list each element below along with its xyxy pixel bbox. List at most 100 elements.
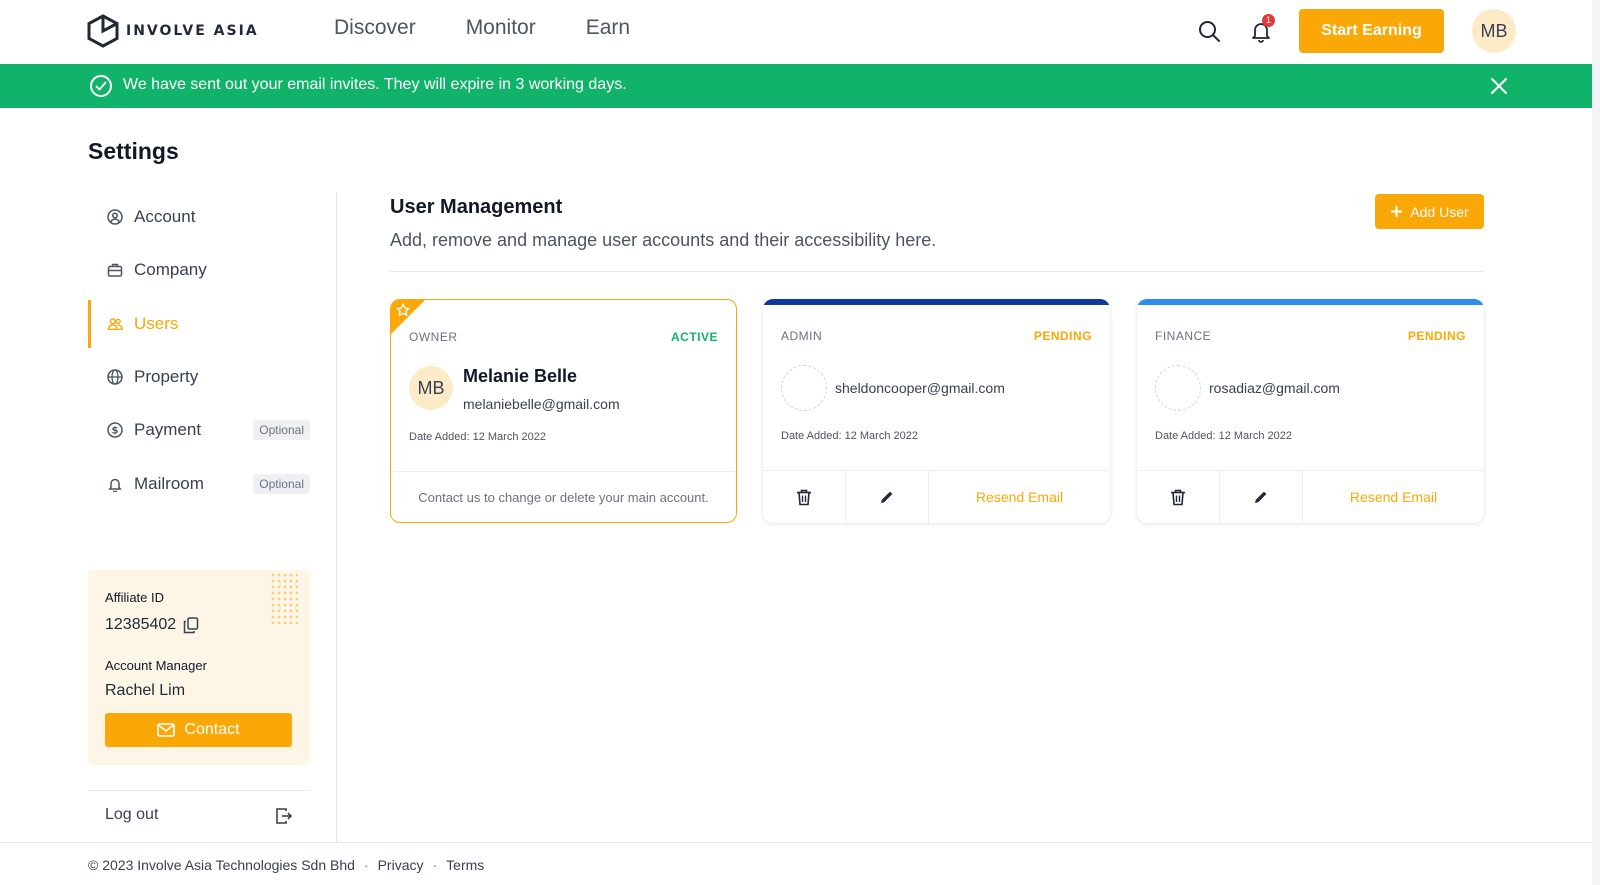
affiliate-id-value: 12385402 [105, 616, 177, 633]
header-actions: 1 Start Earning MB [1195, 9, 1516, 53]
avatar[interactable]: MB [1472, 9, 1516, 53]
logo[interactable]: INVOLVE ASIA [86, 14, 259, 48]
copy-icon[interactable] [183, 617, 199, 639]
resend-email-button[interactable]: Resend Email [1303, 471, 1484, 523]
optional-badge: Optional [253, 420, 310, 440]
notification-badge: 1 [1262, 14, 1275, 27]
check-circle-icon [90, 75, 112, 97]
card-footer: Resend Email [1137, 470, 1484, 523]
user-card-admin: ADMIN PENDING sheldoncooper@gmail.com Da… [763, 299, 1110, 523]
main-nav: Discover Monitor Earn [334, 16, 630, 40]
trash-icon [797, 489, 811, 505]
edit-user-button[interactable] [846, 471, 929, 523]
close-icon [1491, 78, 1507, 94]
trash-icon [1171, 489, 1185, 505]
top-header: INVOLVE ASIA Discover Monitor Earn 1 Sta… [0, 0, 1600, 64]
footer-separator: · [432, 857, 438, 873]
bell-icon [107, 476, 123, 492]
page-footer: © 2023 Involve Asia Technologies Sdn Bhd… [88, 857, 484, 873]
avatar: MB [409, 366, 453, 410]
globe-icon [107, 369, 123, 385]
account-manager-name: Rachel Lim [105, 682, 186, 699]
sidebar-item-label: Payment [134, 420, 202, 439]
briefcase-icon [107, 262, 123, 278]
sidebar-divider [336, 192, 337, 842]
resend-email-button[interactable]: Resend Email [929, 471, 1110, 523]
sidebar-item-label: Mailroom [134, 474, 204, 493]
status-badge: ACTIVE [670, 330, 718, 344]
user-email: sheldoncooper@gmail.com [835, 380, 1005, 396]
sidebar-item-mailroom[interactable]: Mailroom Optional [88, 460, 310, 508]
sidebar-item-label: Company [134, 260, 207, 279]
banner-close-button[interactable] [1489, 76, 1509, 96]
copyright-text: © 2023 Involve Asia Technologies Sdn Bhd [88, 857, 355, 873]
sidebar-item-property[interactable]: Property [88, 353, 310, 401]
start-earning-button[interactable]: Start Earning [1299, 9, 1444, 53]
card-footer: Contact us to change or delete your main… [391, 471, 736, 522]
pencil-icon [881, 491, 893, 503]
role-label: FINANCE [1155, 329, 1212, 343]
user-card-finance: FINANCE PENDING rosadiaz@gmail.com Date … [1137, 299, 1484, 523]
logo-text: INVOLVE ASIA [126, 23, 259, 39]
search-button[interactable] [1195, 17, 1223, 45]
user-circle-icon [107, 209, 123, 225]
footer-divider [0, 842, 1600, 843]
section-title: User Management [390, 196, 563, 218]
footer-separator: · [363, 857, 369, 873]
sidebar-item-users[interactable]: Users [88, 300, 310, 348]
contact-button-label: Contact [184, 721, 240, 738]
status-badge: PENDING [1407, 329, 1466, 343]
page-title: Settings [88, 138, 179, 164]
logout-icon[interactable] [275, 807, 293, 830]
search-icon [1199, 21, 1220, 42]
role-label: ADMIN [781, 329, 823, 343]
privacy-link[interactable]: Privacy [378, 857, 424, 873]
section-divider [390, 271, 1484, 272]
status-badge: PENDING [1033, 329, 1092, 343]
terms-link[interactable]: Terms [446, 857, 484, 873]
logo-hexagon-icon [87, 14, 119, 48]
sidebar-item-label: Users [134, 314, 179, 333]
add-user-label: Add User [1410, 203, 1469, 220]
notifications-button[interactable]: 1 [1247, 14, 1275, 45]
sidebar-item-label: Account [134, 207, 196, 226]
pencil-icon [1255, 491, 1267, 503]
decorative-dots [270, 572, 298, 624]
account-manager-label: Account Manager [105, 658, 207, 673]
mail-icon [157, 723, 176, 737]
edit-user-button[interactable] [1220, 471, 1303, 523]
contact-button[interactable]: Contact [105, 713, 292, 747]
sidebar-item-company[interactable]: Company [88, 246, 310, 294]
affiliate-card: Affiliate ID 12385402 Account Manager Ra… [88, 570, 310, 765]
nav-earn[interactable]: Earn [586, 16, 630, 40]
date-added: Date Added: 12 March 2022 [781, 430, 918, 442]
owner-note: Contact us to change or delete your main… [418, 490, 709, 505]
logout-link[interactable]: Log out [105, 806, 158, 824]
window-scrollbar[interactable] [1592, 0, 1600, 885]
nav-discover[interactable]: Discover [334, 16, 416, 40]
success-banner: We have sent out your email invites. The… [0, 64, 1600, 108]
sidebar-item-account[interactable]: Account [88, 193, 310, 241]
dollar-circle-icon: $ [107, 422, 123, 438]
optional-badge: Optional [253, 474, 310, 494]
logout-divider [88, 790, 310, 791]
delete-user-button[interactable] [1137, 471, 1220, 523]
sidebar-item-payment[interactable]: $ Payment Optional [88, 406, 310, 454]
role-color-bar [763, 299, 1110, 305]
plus-icon [1391, 206, 1403, 217]
user-email: rosadiaz@gmail.com [1209, 380, 1340, 396]
date-added: Date Added: 12 March 2022 [1155, 430, 1292, 442]
avatar-placeholder [781, 365, 827, 411]
avatar-placeholder [1155, 365, 1201, 411]
users-icon [107, 316, 123, 332]
user-card-owner: OWNER ACTIVE MB Melanie Belle melaniebel… [390, 299, 737, 523]
add-user-button[interactable]: Add User [1375, 194, 1484, 229]
role-label: OWNER [409, 330, 458, 344]
nav-monitor[interactable]: Monitor [466, 16, 536, 40]
delete-user-button[interactable] [763, 471, 846, 523]
user-email: melaniebelle@gmail.com [463, 396, 620, 412]
star-corner-icon [391, 300, 425, 334]
affiliate-id-label: Affiliate ID [105, 590, 165, 605]
banner-message: We have sent out your email invites. The… [123, 76, 627, 93]
card-footer: Resend Email [763, 470, 1110, 523]
